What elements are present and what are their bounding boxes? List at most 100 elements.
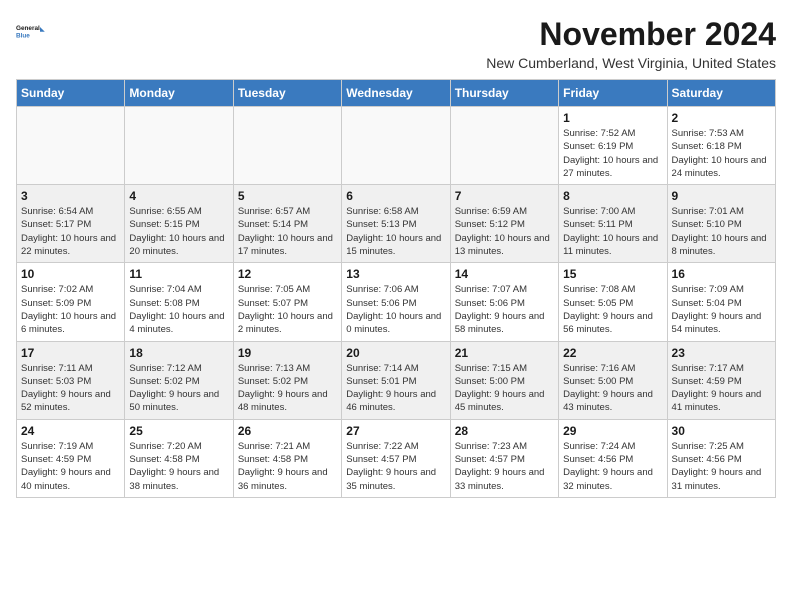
day-number: 27 (346, 424, 445, 438)
calendar-day-cell: 11 Sunrise: 7:04 AM Sunset: 5:08 PM Dayli… (125, 263, 233, 341)
day-number: 4 (129, 189, 228, 203)
calendar-day-cell (342, 107, 450, 185)
day-info: Sunrise: 7:52 AM Sunset: 6:19 PM Dayligh… (563, 127, 662, 180)
calendar-day-cell: 29 Sunrise: 7:24 AM Sunset: 4:56 PM Dayli… (559, 419, 667, 497)
calendar-day-cell: 13 Sunrise: 7:06 AM Sunset: 5:06 PM Dayli… (342, 263, 450, 341)
day-info: Sunrise: 7:15 AM Sunset: 5:00 PM Dayligh… (455, 362, 554, 415)
day-of-week-header: Wednesday (342, 80, 450, 107)
day-of-week-header: Thursday (450, 80, 558, 107)
day-number: 16 (672, 267, 771, 281)
calendar-day-cell: 5 Sunrise: 6:57 AM Sunset: 5:14 PM Daylig… (233, 185, 341, 263)
day-number: 18 (129, 346, 228, 360)
day-number: 8 (563, 189, 662, 203)
calendar-day-cell (450, 107, 558, 185)
day-number: 28 (455, 424, 554, 438)
day-number: 24 (21, 424, 120, 438)
calendar-day-cell: 7 Sunrise: 6:59 AM Sunset: 5:12 PM Daylig… (450, 185, 558, 263)
day-info: Sunrise: 6:57 AM Sunset: 5:14 PM Dayligh… (238, 205, 337, 258)
day-info: Sunrise: 7:09 AM Sunset: 5:04 PM Dayligh… (672, 283, 771, 336)
calendar-header-row: SundayMondayTuesdayWednesdayThursdayFrid… (17, 80, 776, 107)
calendar-day-cell: 4 Sunrise: 6:55 AM Sunset: 5:15 PM Daylig… (125, 185, 233, 263)
day-number: 7 (455, 189, 554, 203)
day-info: Sunrise: 7:24 AM Sunset: 4:56 PM Dayligh… (563, 440, 662, 493)
calendar-week-row: 10 Sunrise: 7:02 AM Sunset: 5:09 PM Dayli… (17, 263, 776, 341)
calendar-day-cell: 26Sunrise: 7:21 AM Sunset: 4:58 PM Dayli… (233, 419, 341, 497)
day-info: Sunrise: 6:59 AM Sunset: 5:12 PM Dayligh… (455, 205, 554, 258)
day-number: 29 (563, 424, 662, 438)
calendar-day-cell: 3Sunrise: 6:54 AM Sunset: 5:17 PM Daylig… (17, 185, 125, 263)
calendar-day-cell: 9Sunrise: 7:01 AM Sunset: 5:10 PM Daylig… (667, 185, 775, 263)
day-number: 13 (346, 267, 445, 281)
day-number: 23 (672, 346, 771, 360)
calendar-week-row: 17 Sunrise: 7:11 AM Sunset: 5:03 PM Dayli… (17, 341, 776, 419)
calendar-day-cell: 30Sunrise: 7:25 AM Sunset: 4:56 PM Dayli… (667, 419, 775, 497)
day-number: 20 (346, 346, 445, 360)
day-info: Sunrise: 7:22 AM Sunset: 4:57 PM Dayligh… (346, 440, 445, 493)
day-info: Sunrise: 7:06 AM Sunset: 5:06 PM Dayligh… (346, 283, 445, 336)
day-number: 1 (563, 111, 662, 125)
day-number: 19 (238, 346, 337, 360)
calendar-day-cell: 8Sunrise: 7:00 AM Sunset: 5:11 PM Daylig… (559, 185, 667, 263)
day-number: 6 (346, 189, 445, 203)
calendar-table: SundayMondayTuesdayWednesdayThursdayFrid… (16, 79, 776, 498)
day-number: 10 (21, 267, 120, 281)
calendar-day-cell: 10 Sunrise: 7:02 AM Sunset: 5:09 PM Dayli… (17, 263, 125, 341)
day-of-week-header: Tuesday (233, 80, 341, 107)
calendar-day-cell: 21Sunrise: 7:15 AM Sunset: 5:00 PM Dayli… (450, 341, 558, 419)
calendar-day-cell: 6 Sunrise: 6:58 AM Sunset: 5:13 PM Daylig… (342, 185, 450, 263)
day-of-week-header: Friday (559, 80, 667, 107)
page-header: GeneralBlue November 2024 New Cumberland… (16, 16, 776, 71)
day-of-week-header: Monday (125, 80, 233, 107)
svg-text:General: General (16, 25, 40, 32)
calendar-day-cell: 23 Sunrise: 7:17 AM Sunset: 4:59 PM Dayli… (667, 341, 775, 419)
logo: GeneralBlue (16, 16, 48, 48)
calendar-day-cell: 14 Sunrise: 7:07 AM Sunset: 5:06 PM Dayli… (450, 263, 558, 341)
day-number: 17 (21, 346, 120, 360)
day-number: 15 (563, 267, 662, 281)
day-info: Sunrise: 7:17 AM Sunset: 4:59 PM Dayligh… (672, 362, 771, 415)
calendar-day-cell: 2Sunrise: 7:53 AM Sunset: 6:18 PM Daylig… (667, 107, 775, 185)
day-info: Sunrise: 7:04 AM Sunset: 5:08 PM Dayligh… (129, 283, 228, 336)
day-info: Sunrise: 7:23 AM Sunset: 4:57 PM Dayligh… (455, 440, 554, 493)
day-info: Sunrise: 7:14 AM Sunset: 5:01 PM Dayligh… (346, 362, 445, 415)
calendar-week-row: 24Sunrise: 7:19 AM Sunset: 4:59 PM Dayli… (17, 419, 776, 497)
day-number: 25 (129, 424, 228, 438)
day-number: 5 (238, 189, 337, 203)
calendar-day-cell: 24Sunrise: 7:19 AM Sunset: 4:59 PM Dayli… (17, 419, 125, 497)
day-info: Sunrise: 7:53 AM Sunset: 6:18 PM Dayligh… (672, 127, 771, 180)
day-number: 11 (129, 267, 228, 281)
calendar-day-cell: 15 Sunrise: 7:08 AM Sunset: 5:05 PM Dayli… (559, 263, 667, 341)
day-info: Sunrise: 7:21 AM Sunset: 4:58 PM Dayligh… (238, 440, 337, 493)
day-of-week-header: Sunday (17, 80, 125, 107)
calendar-week-row: 1 Sunrise: 7:52 AM Sunset: 6:19 PM Daylig… (17, 107, 776, 185)
day-info: Sunrise: 7:07 AM Sunset: 5:06 PM Dayligh… (455, 283, 554, 336)
day-info: Sunrise: 6:58 AM Sunset: 5:13 PM Dayligh… (346, 205, 445, 258)
day-number: 22 (563, 346, 662, 360)
day-info: Sunrise: 7:12 AM Sunset: 5:02 PM Dayligh… (129, 362, 228, 415)
day-info: Sunrise: 7:08 AM Sunset: 5:05 PM Dayligh… (563, 283, 662, 336)
day-number: 14 (455, 267, 554, 281)
day-info: Sunrise: 7:11 AM Sunset: 5:03 PM Dayligh… (21, 362, 120, 415)
calendar-day-cell: 20 Sunrise: 7:14 AM Sunset: 5:01 PM Dayli… (342, 341, 450, 419)
day-info: Sunrise: 7:02 AM Sunset: 5:09 PM Dayligh… (21, 283, 120, 336)
calendar-day-cell: 16 Sunrise: 7:09 AM Sunset: 5:04 PM Dayli… (667, 263, 775, 341)
calendar-day-cell: 25 Sunrise: 7:20 AM Sunset: 4:58 PM Dayli… (125, 419, 233, 497)
day-info: Sunrise: 7:25 AM Sunset: 4:56 PM Dayligh… (672, 440, 771, 493)
calendar-day-cell: 18 Sunrise: 7:12 AM Sunset: 5:02 PM Dayli… (125, 341, 233, 419)
calendar-day-cell: 27 Sunrise: 7:22 AM Sunset: 4:57 PM Dayli… (342, 419, 450, 497)
day-info: Sunrise: 7:16 AM Sunset: 5:00 PM Dayligh… (563, 362, 662, 415)
calendar-day-cell: 12 Sunrise: 7:05 AM Sunset: 5:07 PM Dayli… (233, 263, 341, 341)
day-of-week-header: Saturday (667, 80, 775, 107)
calendar-day-cell: 1 Sunrise: 7:52 AM Sunset: 6:19 PM Daylig… (559, 107, 667, 185)
calendar-day-cell: 17 Sunrise: 7:11 AM Sunset: 5:03 PM Dayli… (17, 341, 125, 419)
day-info: Sunrise: 7:05 AM Sunset: 5:07 PM Dayligh… (238, 283, 337, 336)
month-title: November 2024 (486, 16, 776, 53)
day-info: Sunrise: 7:13 AM Sunset: 5:02 PM Dayligh… (238, 362, 337, 415)
calendar-day-cell (125, 107, 233, 185)
calendar-week-row: 3Sunrise: 6:54 AM Sunset: 5:17 PM Daylig… (17, 185, 776, 263)
calendar-day-cell: 22 Sunrise: 7:16 AM Sunset: 5:00 PM Dayli… (559, 341, 667, 419)
calendar-day-cell: 19 Sunrise: 7:13 AM Sunset: 5:02 PM Dayli… (233, 341, 341, 419)
day-info: Sunrise: 6:55 AM Sunset: 5:15 PM Dayligh… (129, 205, 228, 258)
day-number: 12 (238, 267, 337, 281)
day-info: Sunrise: 7:20 AM Sunset: 4:58 PM Dayligh… (129, 440, 228, 493)
